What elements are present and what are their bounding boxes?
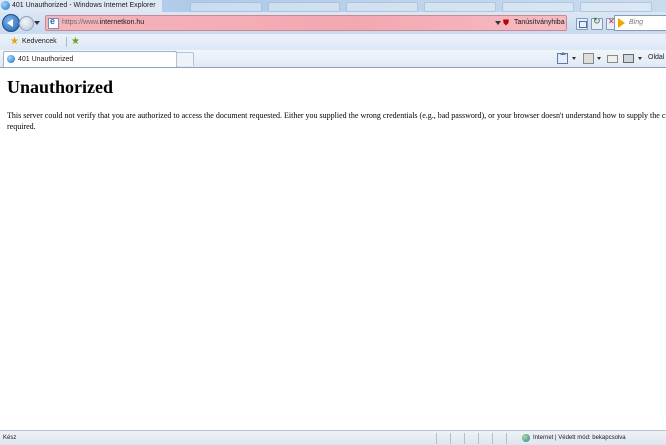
- home-icon[interactable]: [557, 52, 568, 64]
- feeds-icon[interactable]: [583, 53, 594, 64]
- status-divider: [436, 433, 437, 444]
- certificate-error-label[interactable]: Tanúsítványhiba: [514, 16, 565, 30]
- page-content: Unauthorized This server could not verif…: [0, 68, 666, 430]
- background-taskbar-item: [580, 2, 652, 12]
- back-button[interactable]: [2, 14, 20, 32]
- security-zone-label[interactable]: Internet | Védett mód: bekapcsolva: [533, 431, 626, 445]
- navigation-bar: https://www.internetkon.hu ⛊ Tanúsítvány…: [0, 12, 666, 34]
- refresh-button[interactable]: [591, 16, 603, 30]
- title-bar: 401 Unauthorized - Windows Internet Expl…: [0, 0, 666, 12]
- favorites-bar: ★ Kedvencek ★: [0, 34, 666, 51]
- url-domain: internetkon.hu: [99, 19, 145, 26]
- favorites-button[interactable]: Kedvencek: [22, 34, 57, 50]
- background-taskbar-item: [502, 2, 574, 12]
- ie-page-icon: [7, 55, 15, 63]
- status-divider: [506, 433, 507, 444]
- new-tab-button[interactable]: [176, 52, 194, 66]
- chevron-down-icon[interactable]: [597, 57, 601, 60]
- window-caption: 401 Unauthorized - Windows Internet Expl…: [0, 0, 162, 12]
- page-icon: [48, 16, 59, 29]
- status-divider: [478, 433, 479, 444]
- page-menu-button[interactable]: Oldal: [648, 50, 664, 66]
- mail-icon[interactable]: [607, 55, 618, 63]
- forward-button[interactable]: [19, 16, 34, 31]
- chevron-down-icon[interactable]: [638, 57, 642, 60]
- status-divider: [450, 433, 451, 444]
- tab-label: 401 Unauthorized: [18, 56, 74, 63]
- ie-logo-icon: [1, 1, 10, 10]
- toolbar-divider: [66, 37, 67, 47]
- favorites-star-icon[interactable]: ★: [10, 35, 19, 49]
- url-text[interactable]: https://www.internetkon.hu: [62, 16, 144, 30]
- status-bar: Kész Internet | Védett mód: bekapcsolva: [0, 430, 666, 445]
- tab-401-unauthorized[interactable]: 401 Unauthorized: [3, 51, 177, 67]
- address-dropdown-icon[interactable]: [495, 21, 501, 25]
- window-title: 401 Unauthorized - Windows Internet Expl…: [12, 2, 156, 9]
- chevron-down-icon[interactable]: [572, 57, 576, 60]
- add-to-favorites-bar-icon[interactable]: ★: [71, 35, 80, 49]
- status-divider: [464, 433, 465, 444]
- page-heading: Unauthorized: [7, 77, 114, 97]
- bing-icon: [618, 18, 625, 28]
- search-placeholder: Bing: [629, 19, 644, 26]
- background-taskbar-item: [424, 2, 496, 12]
- compatibility-view-button[interactable]: [576, 18, 588, 30]
- page-body-text: This server could not verify that you ar…: [7, 111, 666, 131]
- search-box[interactable]: Bing: [614, 15, 666, 31]
- background-taskbar-item: [190, 2, 262, 12]
- background-taskbar-item: [346, 2, 418, 12]
- print-icon[interactable]: [623, 54, 634, 63]
- background-taskbar-item: [268, 2, 340, 12]
- status-divider: [492, 433, 493, 444]
- tab-row: 401 Unauthorized Oldal: [0, 50, 666, 67]
- internet-zone-icon[interactable]: [522, 434, 530, 442]
- status-text: Kész: [3, 435, 17, 441]
- recent-pages-dropdown[interactable]: [34, 21, 40, 25]
- address-bar[interactable]: https://www.internetkon.hu ⛊ Tanúsítvány…: [45, 15, 618, 31]
- certificate-error-icon[interactable]: ⛊: [503, 18, 511, 27]
- url-prefix: https://www.: [62, 19, 100, 26]
